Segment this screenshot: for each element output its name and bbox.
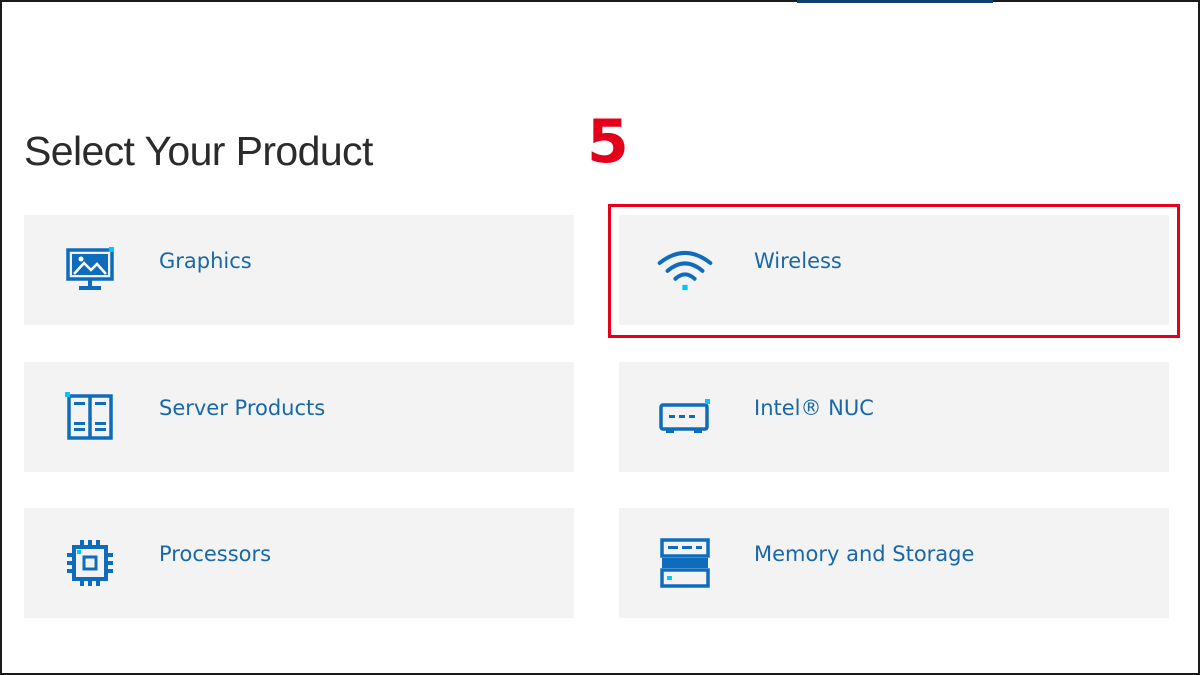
product-label-processors: Processors bbox=[159, 542, 272, 566]
product-label-graphics: Graphics bbox=[159, 249, 252, 273]
top-accent-bar bbox=[797, 0, 993, 3]
storage-drive-icon bbox=[657, 536, 713, 590]
monitor-picture-icon bbox=[62, 243, 118, 297]
step-number-annotation: 5 bbox=[587, 107, 629, 177]
product-tile-intel-nuc[interactable]: Intel® NUC bbox=[619, 362, 1169, 472]
product-tile-server-products[interactable]: Server Products bbox=[24, 362, 574, 472]
server-rack-icon bbox=[62, 390, 118, 444]
product-label-memory-and-storage: Memory and Storage bbox=[754, 542, 975, 566]
product-label-intel-nuc: Intel® NUC bbox=[754, 396, 874, 420]
product-tile-memory-and-storage[interactable]: Memory and Storage bbox=[619, 508, 1169, 618]
product-tile-processors[interactable]: Processors bbox=[24, 508, 574, 618]
product-label-wireless: Wireless bbox=[754, 249, 842, 273]
mini-pc-icon bbox=[657, 390, 713, 444]
product-label-server-products: Server Products bbox=[159, 396, 326, 420]
page-title: Select Your Product bbox=[24, 128, 373, 174]
product-tile-wireless[interactable]: Wireless bbox=[619, 215, 1169, 325]
processor-chip-icon bbox=[62, 536, 118, 590]
product-tile-graphics[interactable]: Graphics bbox=[24, 215, 574, 325]
wifi-icon bbox=[657, 243, 713, 297]
